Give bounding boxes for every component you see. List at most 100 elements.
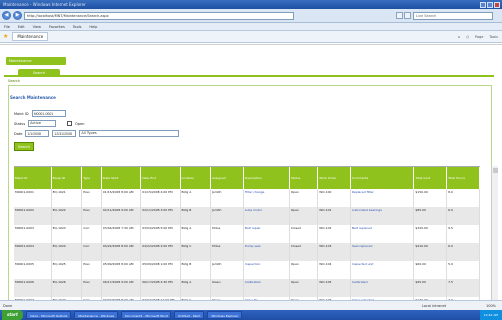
table-cell: Inspected unit bbox=[350, 261, 415, 279]
taskbar-item[interactable]: Windows Explorer bbox=[207, 311, 243, 319]
print-icon[interactable]: ⎙ bbox=[466, 35, 469, 39]
url-input[interactable]: http://localhost/MNT/Maintenance/Search.… bbox=[24, 11, 294, 20]
table-cell: Closed bbox=[289, 225, 319, 243]
taskbar-item[interactable]: Inbox - Microsoft Outlook bbox=[25, 311, 72, 319]
date-row: Date All Types bbox=[14, 130, 180, 137]
table-cell: Closed bbox=[289, 243, 319, 261]
table-cell: EQ-1023 bbox=[51, 225, 83, 243]
window-titlebar: Maintenance - Windows Internet Explorer bbox=[0, 0, 502, 9]
cell-link[interactable]: Lubricated bearings bbox=[352, 208, 382, 212]
table-row[interactable]: M0001-0002 EQ-1022 Prev 02/11/2008 9:00 AM 0… bbox=[14, 207, 480, 225]
col-work-order[interactable]: Work Order bbox=[317, 167, 351, 189]
favorites-star-icon[interactable]: ★ bbox=[3, 33, 8, 40]
col-total-cost[interactable]: Total Cost bbox=[413, 167, 448, 189]
table-row[interactable]: M0001-0006 EQ-1026 Prev 06/17/2008 9:00 AM 0… bbox=[14, 279, 480, 297]
col-assigned[interactable]: Assigned bbox=[210, 167, 244, 189]
table-cell: EQ-1025 bbox=[51, 261, 83, 279]
table-cell: WO-101 bbox=[317, 207, 351, 225]
menu-tools[interactable]: Tools bbox=[73, 25, 82, 29]
cell-link[interactable]: Belt repair bbox=[245, 226, 261, 230]
col-status[interactable]: Status bbox=[289, 167, 319, 189]
date-from-input[interactable] bbox=[25, 130, 50, 137]
tools-menu[interactable]: Tools bbox=[489, 35, 498, 39]
table-cell: Jsmith bbox=[210, 261, 244, 279]
results-table: Maint ID Equip ID Type Date Start Date E… bbox=[14, 167, 480, 300]
table-cell: 02/11/2008 3:00 PM bbox=[140, 207, 181, 225]
browser-tab[interactable]: Maintenance bbox=[12, 32, 49, 41]
table-cell: 02/11/2008 9:00 AM bbox=[101, 207, 142, 225]
table-cell: Prev bbox=[81, 207, 102, 225]
table-cell: Jsmith bbox=[210, 189, 244, 207]
col-equip-id[interactable]: Equip ID bbox=[51, 167, 83, 189]
taskbar-item[interactable]: Untitled - Paint bbox=[174, 311, 205, 319]
col-description[interactable]: Description bbox=[243, 167, 290, 189]
search-input[interactable]: Live Search bbox=[413, 11, 493, 20]
col-date-end[interactable]: Date End bbox=[140, 167, 181, 189]
scrollbar-thumb[interactable] bbox=[493, 168, 498, 173]
menu-favorites[interactable]: Favorites bbox=[49, 25, 65, 29]
table-cell: $95.00 bbox=[413, 279, 448, 297]
start-button[interactable]: start bbox=[2, 310, 23, 320]
taskbar: start Inbox - Microsoft Outlook Maintena… bbox=[0, 310, 502, 320]
col-type[interactable]: Type bbox=[81, 167, 102, 189]
date-to-input[interactable] bbox=[52, 130, 77, 137]
cell-link[interactable]: Inspection bbox=[245, 262, 261, 266]
refresh-icon[interactable] bbox=[396, 12, 403, 19]
table-cell: Corr bbox=[81, 243, 102, 261]
security-zone: Local intranet bbox=[421, 303, 446, 308]
menu-edit[interactable]: Edit bbox=[18, 25, 25, 29]
table-cell: $410.00 bbox=[413, 243, 448, 261]
taskbar-item[interactable]: Document1 - Microsoft Word bbox=[121, 311, 172, 319]
table-row[interactable]: M0001-0005 EQ-1025 Prev 05/09/2008 8:00 AM 0… bbox=[14, 261, 480, 279]
type-select[interactable]: All Types bbox=[79, 130, 180, 137]
col-maint-id[interactable]: Maint ID bbox=[14, 167, 52, 189]
address-actions bbox=[396, 12, 411, 19]
open-checkbox[interactable] bbox=[67, 121, 73, 126]
menu-file[interactable]: File bbox=[4, 25, 10, 29]
table-cell: 8.0 bbox=[446, 189, 480, 207]
table-cell: 01/15/2008 4:00 PM bbox=[140, 189, 181, 207]
table-cell: $320.00 bbox=[413, 225, 448, 243]
table-row[interactable]: M0001-0001 EQ-1021 Prev 01/15/2008 8:00 AM 0… bbox=[14, 189, 480, 207]
cell-link[interactable]: Belt replaced bbox=[352, 226, 372, 230]
menu-view[interactable]: View bbox=[33, 25, 41, 29]
maximize-icon[interactable] bbox=[487, 1, 493, 8]
home-icon[interactable]: ⌂ bbox=[458, 35, 460, 39]
search-button[interactable]: Search bbox=[14, 142, 34, 151]
col-date-start[interactable]: Date Start bbox=[101, 167, 142, 189]
table-row[interactable]: M0001-0003 EQ-1023 Corr 03/04/2008 7:30 AM 0… bbox=[14, 225, 480, 243]
tab-search[interactable]: Search bbox=[18, 69, 60, 77]
table-cell: WO-105 bbox=[317, 279, 351, 297]
minimize-icon[interactable] bbox=[480, 1, 486, 8]
maint-id-input[interactable] bbox=[31, 110, 66, 117]
table-cell: 5.0 bbox=[446, 261, 480, 279]
table-cell: Prev bbox=[81, 189, 102, 207]
cell-link[interactable]: Calibration bbox=[245, 280, 261, 284]
cell-link[interactable]: Calibrated bbox=[352, 280, 368, 284]
table-cell: Lubricated bearings bbox=[350, 207, 415, 225]
taskbar-item[interactable]: Maintenance - Windows bbox=[74, 311, 119, 319]
table-header-row: Maint ID Equip ID Type Date Start Date E… bbox=[14, 167, 480, 189]
table-cell: M0001-0002 bbox=[14, 207, 52, 225]
col-location[interactable]: Location bbox=[180, 167, 212, 189]
cell-link[interactable]: Lube motor bbox=[245, 208, 262, 212]
back-icon[interactable]: ◀ bbox=[2, 11, 11, 20]
cell-link[interactable]: Seal replaced bbox=[352, 244, 372, 248]
table-cell: M0001-0003 bbox=[14, 225, 52, 243]
page-menu[interactable]: Page bbox=[475, 35, 483, 39]
cell-link[interactable]: Replaced filter bbox=[352, 190, 374, 194]
cell-link[interactable]: Inspected unit bbox=[352, 262, 373, 266]
cell-link[interactable]: Filter change bbox=[245, 190, 264, 194]
menu-help[interactable]: Help bbox=[89, 25, 97, 29]
col-total-hours[interactable]: Total Hours bbox=[446, 167, 480, 189]
close-icon[interactable] bbox=[494, 1, 500, 8]
stop-icon[interactable] bbox=[404, 12, 411, 19]
table-cell: Bldg B bbox=[180, 261, 212, 279]
zoom-level[interactable]: 100% bbox=[486, 304, 496, 308]
forward-icon[interactable]: ▶ bbox=[13, 11, 22, 20]
cell-link[interactable]: Pump seal bbox=[245, 244, 261, 248]
col-comments[interactable]: Comments bbox=[350, 167, 415, 189]
table-row[interactable]: M0001-0004 EQ-1024 Corr 04/22/2008 8:00 AM 0… bbox=[14, 243, 480, 261]
grid-scrollbar[interactable] bbox=[491, 166, 498, 300]
status-select[interactable]: Active bbox=[28, 120, 57, 127]
